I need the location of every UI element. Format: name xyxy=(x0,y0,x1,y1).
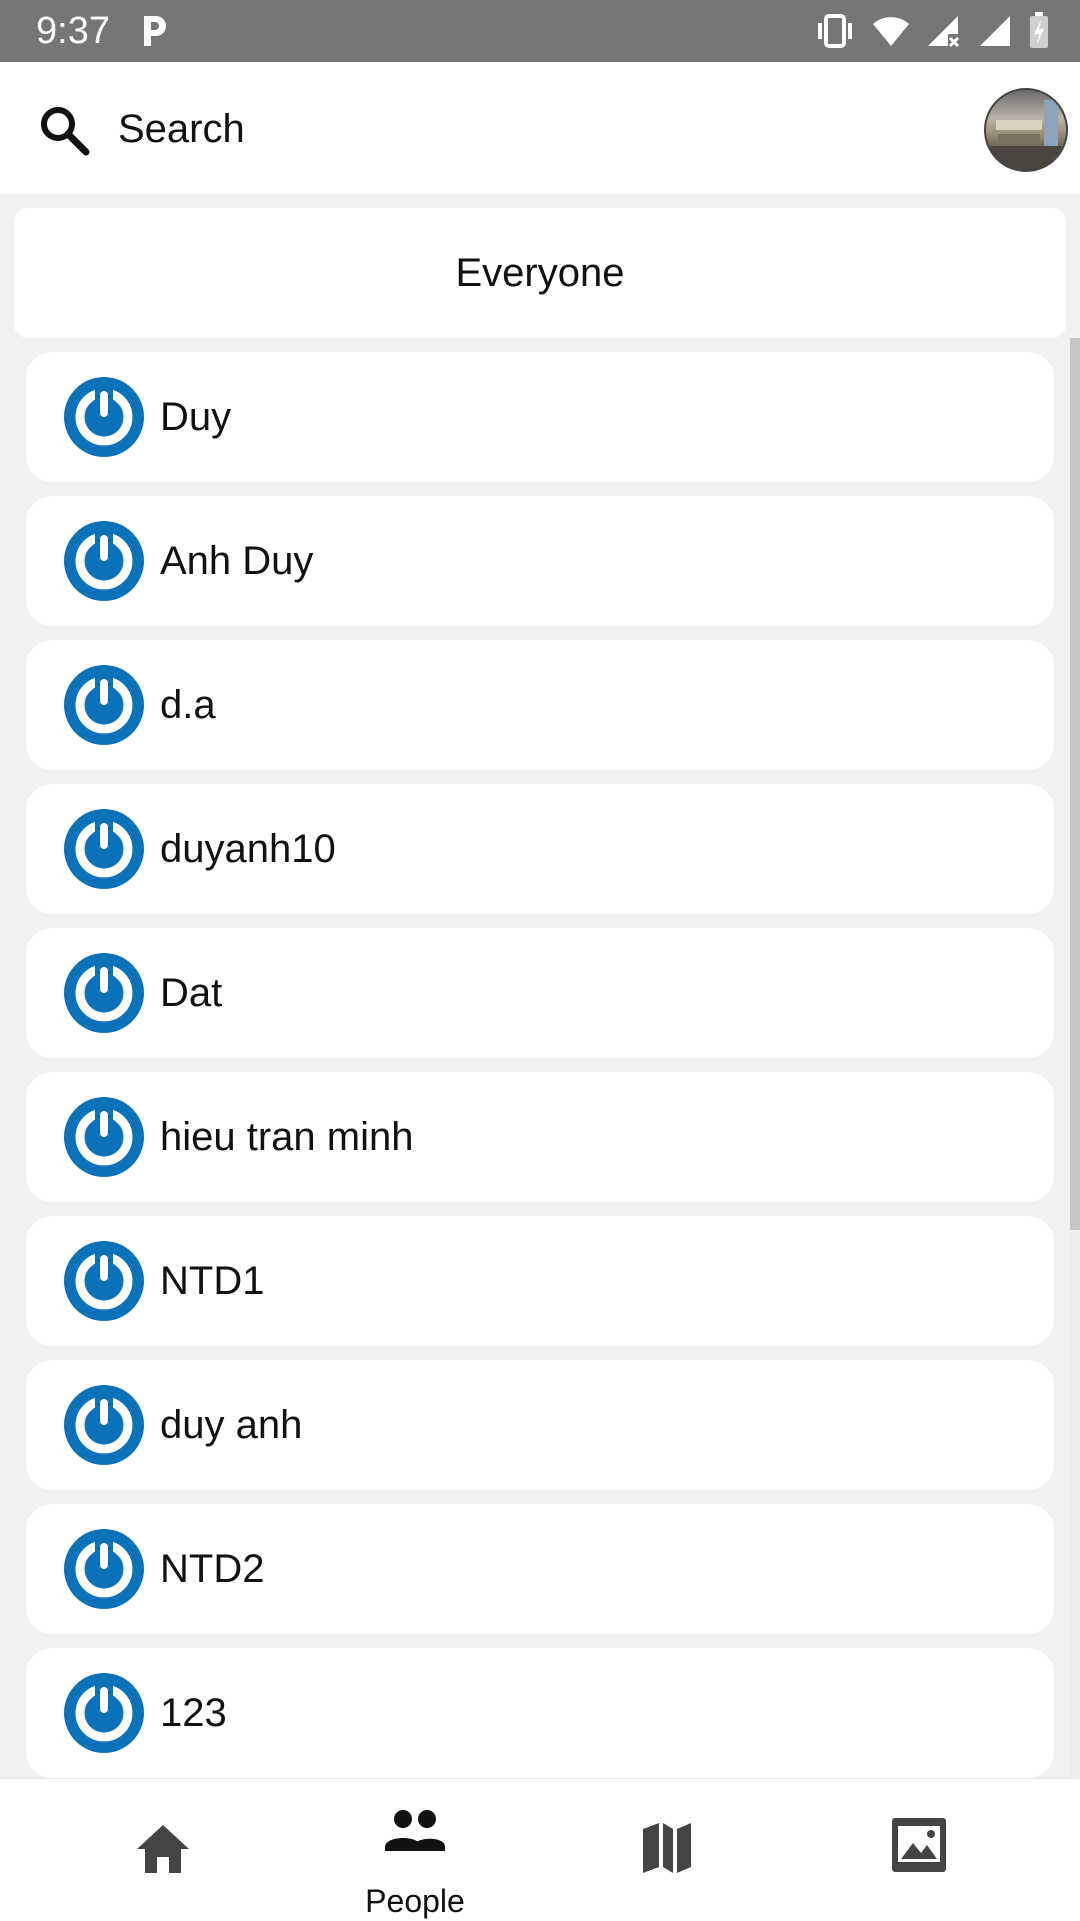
user-status-icon xyxy=(64,665,144,745)
person-name: Anh Duy xyxy=(160,539,314,583)
list-item[interactable]: duyanh10 xyxy=(26,784,1054,914)
list-item[interactable]: Anh Duy xyxy=(26,496,1054,626)
search-icon[interactable] xyxy=(36,102,92,158)
user-status-icon xyxy=(64,1529,144,1609)
user-status-icon xyxy=(64,1385,144,1465)
person-name: NTD2 xyxy=(160,1547,265,1591)
status-time: 9:37 xyxy=(36,10,110,52)
person-name: duy anh xyxy=(160,1403,303,1447)
user-status-icon xyxy=(64,1673,144,1753)
nav-gallery[interactable] xyxy=(784,1779,1054,1921)
status-icons xyxy=(814,12,1050,50)
person-name: Dat xyxy=(160,971,223,1015)
nav-people-label: People xyxy=(365,1883,465,1919)
home-icon xyxy=(137,1825,189,1873)
list-item[interactable]: Duy xyxy=(26,352,1054,482)
everyone-filter[interactable]: Everyone xyxy=(14,208,1066,338)
avatar-photo xyxy=(986,100,1066,170)
list-item[interactable]: Dat xyxy=(26,928,1054,1058)
parking-app-icon xyxy=(144,16,166,46)
list-item[interactable]: NTD2 xyxy=(26,1504,1054,1634)
map-icon xyxy=(643,1823,691,1873)
status-bar: 9:37 xyxy=(0,0,1080,62)
list-item[interactable]: NTD1 xyxy=(26,1216,1054,1346)
person-name: NTD1 xyxy=(160,1259,265,1303)
person-name: duyanh10 xyxy=(160,827,336,871)
nav-people[interactable]: People xyxy=(280,1779,550,1921)
scrollbar-thumb[interactable] xyxy=(1070,338,1080,1230)
image-icon xyxy=(892,1818,946,1872)
wifi-icon xyxy=(873,17,909,46)
list-item[interactable]: 123 xyxy=(26,1648,1054,1778)
people-icon xyxy=(385,1810,445,1851)
list-item[interactable]: hieu tran minh xyxy=(26,1072,1054,1202)
user-status-icon xyxy=(64,809,144,889)
bottom-navigation: People xyxy=(0,1778,1080,1921)
user-status-icon xyxy=(64,1097,144,1177)
search-header: Search xyxy=(0,62,1080,194)
list-item[interactable]: duy anh xyxy=(26,1360,1054,1490)
person-name: hieu tran minh xyxy=(160,1115,414,1159)
battery-icon xyxy=(1030,12,1048,48)
signal-icon xyxy=(980,16,1010,46)
user-status-icon xyxy=(64,521,144,601)
search-input[interactable]: Search xyxy=(118,104,245,154)
signal-no-data-icon xyxy=(928,16,960,48)
everyone-label: Everyone xyxy=(455,250,625,295)
person-name: Duy xyxy=(160,395,232,439)
vibrate-icon xyxy=(818,14,852,48)
nav-map[interactable] xyxy=(532,1779,802,1921)
list-item[interactable]: d.a xyxy=(26,640,1054,770)
person-name: d.a xyxy=(160,683,216,727)
user-avatar[interactable] xyxy=(984,88,1068,172)
user-status-icon xyxy=(64,953,144,1033)
person-name: 123 xyxy=(160,1691,227,1735)
user-status-icon xyxy=(64,1241,144,1321)
nav-home[interactable] xyxy=(28,1779,298,1921)
user-status-icon xyxy=(64,377,144,457)
